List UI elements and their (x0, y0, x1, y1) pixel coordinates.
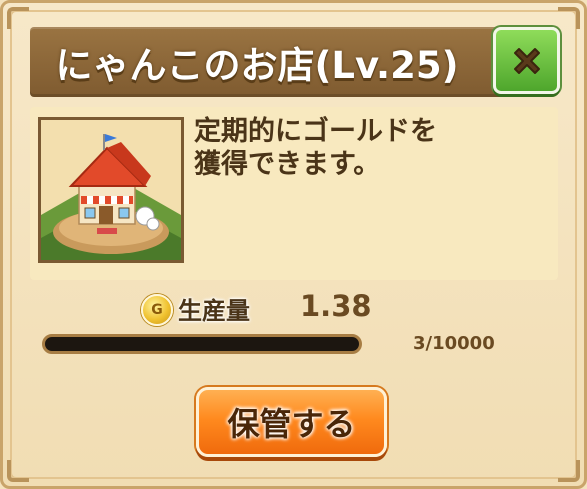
storage-progress-bar (42, 334, 362, 354)
frame-corner-ornament (558, 7, 580, 29)
description-text: 定期的にゴールドを 獲得できます。 (194, 116, 437, 180)
dialog-title: にゃんこのお店(Lv.25) (55, 44, 459, 87)
title-bar: にゃんこのお店(Lv.25) (30, 27, 504, 97)
production-label: 生産量 (178, 297, 250, 325)
frame-corner-ornament (7, 460, 29, 482)
gold-coin-icon: G (141, 294, 173, 326)
close-x-icon (513, 47, 540, 74)
store-button[interactable]: 保管する (196, 387, 387, 457)
cat-shop-building-icon (41, 120, 181, 260)
production-value: 1.38 (300, 289, 372, 323)
close-button[interactable] (493, 27, 560, 94)
frame-corner-ornament (7, 7, 29, 29)
storage-progress-count: 3/10000 (413, 333, 495, 354)
shop-thumbnail (38, 117, 184, 263)
frame-corner-ornament (558, 460, 580, 482)
